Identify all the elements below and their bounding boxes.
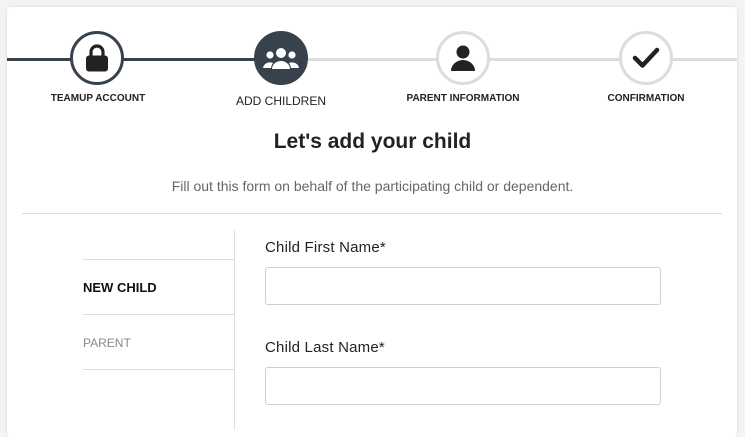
- first-name-label: Child First Name*: [265, 239, 386, 256]
- step-label-parent-information: PARENT INFORMATION: [406, 93, 520, 104]
- nav-divider: [83, 369, 234, 370]
- step-label-add-children: ADD CHILDREN: [235, 94, 326, 108]
- lock-icon: [86, 44, 108, 72]
- page-subtitle: Fill out this form on behalf of the part…: [171, 178, 574, 194]
- step-label-confirmation: CONFIRMATION: [607, 93, 685, 104]
- page-title: Let's add your child: [273, 130, 472, 153]
- progress-line-complete: [7, 58, 281, 61]
- nav-item-parent[interactable]: PARENT: [83, 336, 131, 350]
- step-parent-information[interactable]: [436, 31, 490, 85]
- checkmark-icon: [632, 47, 660, 68]
- step-label-teamup-account: TEAMUP ACCOUNT: [50, 93, 146, 104]
- section-divider: [22, 213, 722, 214]
- last-name-input[interactable]: [265, 367, 661, 405]
- last-name-label: Child Last Name*: [265, 339, 385, 356]
- group-icon: [263, 48, 299, 69]
- step-add-children[interactable]: [254, 31, 308, 85]
- first-name-input[interactable]: [265, 267, 661, 305]
- step-teamup-account[interactable]: [70, 31, 124, 85]
- nav-divider-vertical: [234, 230, 235, 430]
- step-confirmation[interactable]: [619, 31, 673, 85]
- nav-item-new-child[interactable]: NEW CHILD: [83, 280, 157, 295]
- nav-divider: [83, 259, 234, 260]
- user-icon: [451, 45, 475, 71]
- nav-divider: [83, 314, 234, 315]
